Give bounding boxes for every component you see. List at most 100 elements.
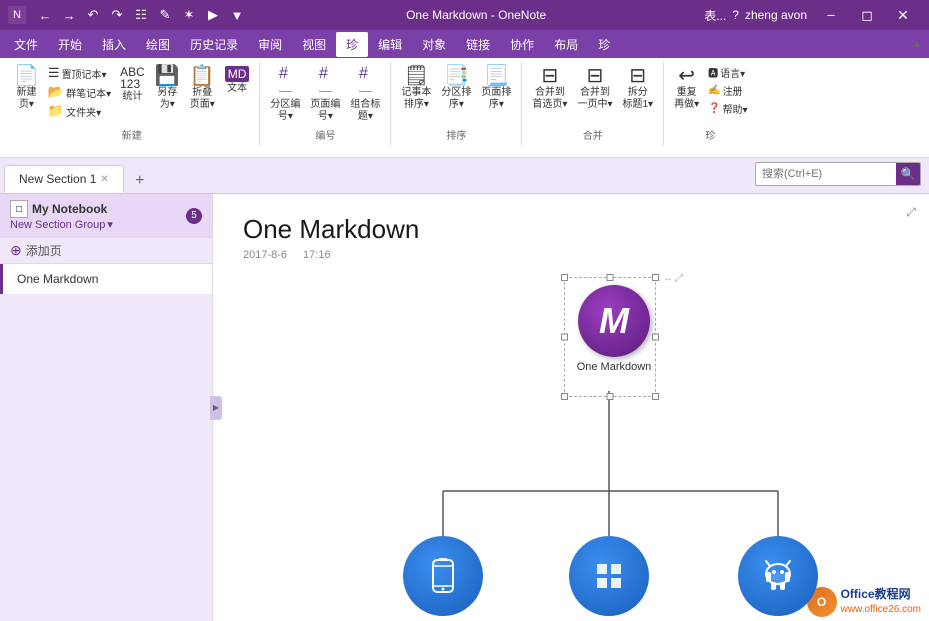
- menu-file[interactable]: 文件: [4, 32, 48, 57]
- section-tab-label: New Section 1: [19, 172, 96, 186]
- language-btn[interactable]: 🅰 语言▾: [705, 64, 750, 81]
- save-as-icon: 💾: [155, 66, 180, 86]
- merge-one-btn[interactable]: ⊟ 合并到一页中▾: [573, 64, 616, 113]
- back-btn[interactable]: ←: [34, 4, 56, 26]
- register-icon: ✍: [708, 85, 720, 96]
- section-tab-new-section-1[interactable]: New Section 1 ✕: [4, 165, 124, 193]
- md-text-icon: MD: [225, 66, 250, 82]
- menu-link[interactable]: 链接: [456, 32, 500, 57]
- reset-top-btn[interactable]: ☰ 置顶记本▾: [45, 64, 114, 82]
- android-node[interactable]: Android: [738, 536, 818, 621]
- handle-tr[interactable]: [652, 274, 659, 281]
- android-circle: [738, 536, 818, 616]
- ribbon-col-zhen: 🅰 语言▾ ✍ 注册 ❓ 帮助▾: [705, 64, 750, 117]
- handle-bc[interactable]: [607, 393, 614, 400]
- add-page-btn[interactable]: ⊕ 添加页: [0, 238, 212, 264]
- section-sort-btn[interactable]: 📑 分区排序▾: [437, 64, 475, 113]
- menu-review[interactable]: 审阅: [248, 32, 292, 57]
- chevron-icon[interactable]: ▾: [107, 218, 113, 231]
- expand-diagram-icon[interactable]: ⤢: [675, 273, 683, 284]
- split-h1-btn[interactable]: ⊟ 拆分标题1▾: [618, 64, 657, 113]
- redo-btn[interactable]: ↷: [106, 4, 128, 26]
- menu-edit[interactable]: 编辑: [368, 32, 412, 57]
- section-group-row: New Section Group ▾: [10, 218, 180, 231]
- menu-collab[interactable]: 协作: [500, 32, 544, 57]
- page-item-one-markdown[interactable]: One Markdown: [0, 264, 212, 294]
- section-tabs: New Section 1 ✕ + 🔍: [0, 158, 929, 194]
- group-notebook-btn[interactable]: 📂 群笔记本▾: [45, 83, 114, 101]
- md-text-btn[interactable]: MD 文本: [221, 64, 254, 97]
- android-icon: [758, 556, 798, 596]
- restore-btn[interactable]: ◻: [849, 0, 885, 30]
- menu-zhen2[interactable]: 珍: [588, 32, 620, 57]
- windows-icon: [589, 556, 629, 596]
- menu-start[interactable]: 开始: [48, 32, 92, 57]
- search-title-btn[interactable]: 表...: [704, 7, 726, 24]
- ribbon-sort-buttons: 🗒 记事本排序▾ 📑 分区排序▾ 📃 页面排序▾: [397, 64, 515, 125]
- help-title-btn[interactable]: ?: [732, 8, 739, 22]
- main-node[interactable]: M One Markdown: [566, 281, 662, 377]
- quick-access3[interactable]: ▶: [202, 4, 224, 26]
- notebook-sort-icon: 🗒: [404, 66, 429, 86]
- notebook-info: □ My Notebook New Section Group ▾: [10, 200, 180, 231]
- menu-object[interactable]: 对象: [412, 32, 456, 57]
- menu-draw[interactable]: 绘图: [136, 32, 180, 57]
- section-tab-close[interactable]: ✕: [100, 174, 108, 185]
- add-section-btn[interactable]: +: [128, 169, 152, 193]
- search-submit-btn[interactable]: 🔍: [896, 163, 920, 185]
- group-title-label: 组合标题▾: [350, 99, 380, 123]
- menu-insert[interactable]: 插入: [92, 32, 136, 57]
- sidebar-collapse-btn[interactable]: ▶: [210, 396, 222, 420]
- group-title-btn[interactable]: #── 组合标题▾: [346, 64, 384, 125]
- md-text-label: 文本: [227, 83, 247, 95]
- fold-page-btn[interactable]: 📋 折叠页面▾: [186, 64, 219, 113]
- handle-bl[interactable]: [561, 393, 568, 400]
- notebook-sort-label: 记事本排序▾: [401, 87, 431, 111]
- save-as-btn[interactable]: 💾 另存为▾: [151, 64, 184, 113]
- windows-node[interactable]: Windows: [569, 536, 649, 621]
- ios-node[interactable]: IOS: [403, 536, 483, 621]
- redo-btn2[interactable]: ↩ 重复再做▾: [670, 64, 703, 113]
- ribbon-collapse-btn[interactable]: ▲: [909, 36, 925, 52]
- close-btn[interactable]: ✕: [885, 0, 921, 30]
- handle-tl[interactable]: [561, 274, 568, 281]
- notebook-sort-btn[interactable]: 🗒 记事本排序▾: [397, 64, 435, 113]
- quick-access-more[interactable]: ▼: [226, 4, 248, 26]
- menu-view[interactable]: 视图: [292, 32, 336, 57]
- merge-first-label: 合并到首选页▾: [532, 87, 567, 111]
- menu-zhen[interactable]: 珍: [336, 32, 368, 57]
- title-bar-left: N ← → ↶ ↷ ☷ ✎ ✶ ▶ ▼: [8, 4, 248, 26]
- open-file-icon: 📁: [48, 103, 64, 119]
- section-sort-label: 分区排序▾: [441, 87, 471, 111]
- windows-circle: [569, 536, 649, 616]
- quick-access2[interactable]: ✶: [178, 4, 200, 26]
- handle-br[interactable]: [652, 393, 659, 400]
- page-sort-btn[interactable]: 📃 页面排序▾: [477, 64, 515, 113]
- register-btn[interactable]: ✍ 注册: [705, 82, 750, 99]
- minimize-btn[interactable]: −: [813, 0, 849, 30]
- diagram-area: · · · · · · ↔ ⤢ M One Markdown: [213, 271, 929, 621]
- help-btn[interactable]: ❓ 帮助▾: [705, 100, 750, 117]
- move-handle[interactable]: · · · · · ·: [593, 271, 627, 273]
- undo-btn[interactable]: ↶: [82, 4, 104, 26]
- ios-icon: [423, 556, 463, 596]
- open-file-btn[interactable]: 📁 文件夹▾: [45, 102, 114, 120]
- section-num-btn[interactable]: #── 分区编号▾: [266, 64, 304, 125]
- view-btn[interactable]: ☷: [130, 4, 152, 26]
- expand-btn[interactable]: ⤢: [901, 202, 921, 222]
- search-input[interactable]: [756, 168, 896, 180]
- page-num-btn[interactable]: #── 页面编号▾: [306, 64, 344, 125]
- scroll-h-icon[interactable]: ↔: [663, 273, 673, 284]
- handle-tc[interactable]: [607, 274, 614, 281]
- forward-btn[interactable]: →: [58, 4, 80, 26]
- time-value: 17:16: [303, 249, 331, 261]
- menu-bar: 文件 开始 插入 绘图 历史记录 审阅 视图 珍 编辑 对象 链接 协作 布局 …: [0, 30, 929, 58]
- merge-first-btn[interactable]: ⊟ 合并到首选页▾: [528, 64, 571, 113]
- menu-history[interactable]: 历史记录: [180, 32, 248, 57]
- menu-layout[interactable]: 布局: [544, 32, 588, 57]
- ribbon-group-zhen-label: 珍: [670, 125, 751, 144]
- ribbon-merge-buttons: ⊟ 合并到首选页▾ ⊟ 合并到一页中▾ ⊟ 拆分标题1▾: [528, 64, 657, 125]
- quick-access1[interactable]: ✎: [154, 4, 176, 26]
- new-page-btn[interactable]: 📄 新建页▾: [10, 64, 43, 113]
- stats-btn[interactable]: ABC123 统计: [116, 64, 149, 105]
